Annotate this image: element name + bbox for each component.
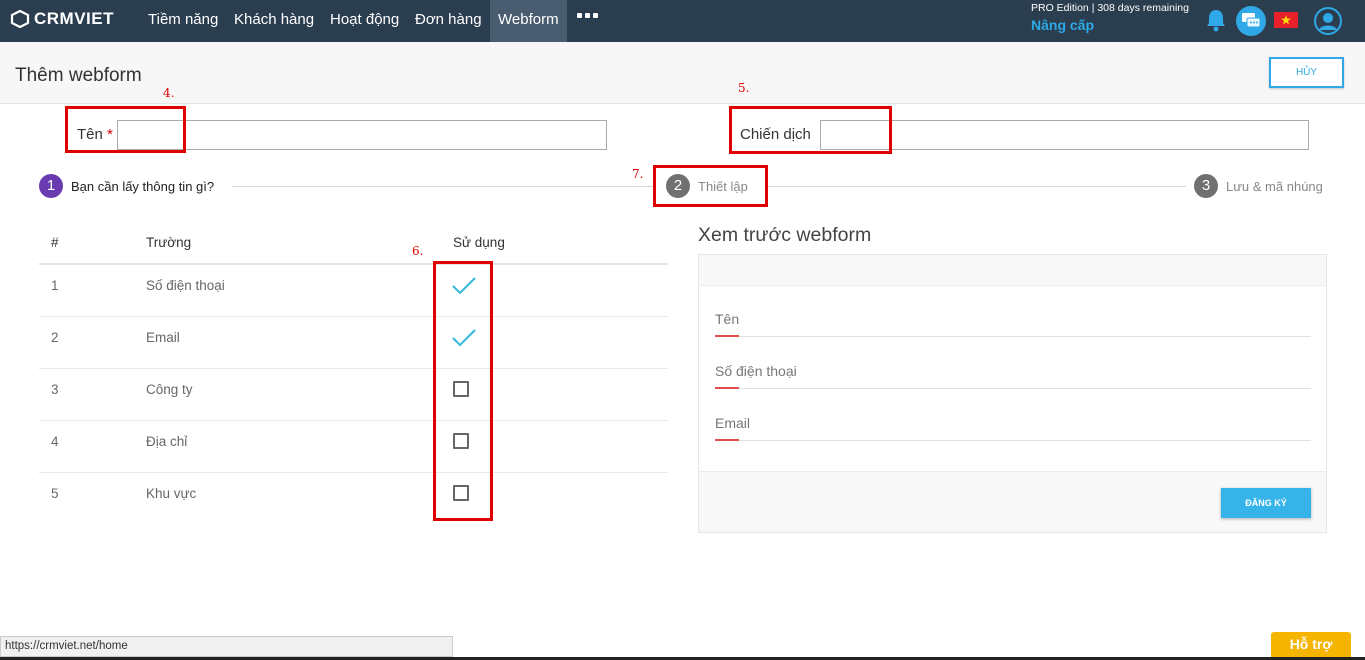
top-navbar: CRMVIET Tiềm năng Khách hàng Hoạt động Đ… [0, 0, 1365, 42]
preview-field-underline [715, 336, 1311, 337]
annotation-label-5: 5. [738, 81, 750, 95]
table-header-divider [39, 263, 668, 265]
webform-preview: Tên Số điện thoại Email ĐĂNG KÝ [698, 254, 1327, 533]
edition-info: PRO Edition | 308 days remaining [1031, 2, 1189, 14]
browser-status-url: https://crmviet.net/home [0, 636, 453, 657]
step-1-number[interactable]: 1 [39, 174, 63, 198]
preview-field-underline [715, 440, 1311, 441]
annotation-box-step2 [653, 165, 768, 207]
preview-footer: ĐĂNG KÝ [699, 471, 1326, 532]
col-header-field: Trường [146, 235, 192, 250]
step-1-label[interactable]: Bạn cần lấy thông tin gì? [71, 179, 214, 194]
cancel-button[interactable]: HỦY [1269, 57, 1344, 88]
preview-field-name: Tên [715, 311, 740, 327]
preview-field-accent [715, 387, 739, 389]
name-input[interactable] [117, 120, 607, 150]
bell-icon[interactable] [1205, 8, 1227, 37]
preview-title: Xem trước webform [698, 224, 872, 246]
annotation-box-usage [433, 261, 493, 521]
preview-field-phone: Số điện thoại [715, 363, 797, 379]
annotation-box-campaign [729, 106, 892, 154]
col-header-index: # [51, 235, 59, 250]
preview-header [699, 255, 1326, 286]
logo-icon [10, 10, 30, 28]
upgrade-link[interactable]: Nâng cấp [1031, 17, 1094, 33]
vietnam-flag-icon[interactable] [1274, 12, 1298, 28]
step-connector-1 [232, 186, 656, 187]
nav-webform[interactable]: Webform [490, 0, 567, 42]
col-header-used: Sử dụng [453, 235, 505, 250]
row-1-index: 1 [51, 278, 59, 293]
annotation-label-7: 7. [632, 167, 644, 181]
row-divider [39, 368, 668, 369]
step-3-number[interactable]: 3 [1194, 174, 1218, 198]
page-header: Thêm webform HỦY [0, 42, 1365, 104]
row-2-index: 2 [51, 330, 59, 345]
row-4-index: 4 [51, 434, 59, 449]
row-2-field: Email [146, 330, 180, 345]
help-button[interactable]: Hỗ trợ [1271, 632, 1351, 657]
row-4-field: Địa chỉ [146, 434, 188, 449]
annotation-box-name [65, 106, 186, 153]
row-3-field: Công ty [146, 382, 193, 397]
user-avatar-icon[interactable] [1314, 7, 1342, 40]
row-divider [39, 316, 668, 317]
row-5-index: 5 [51, 486, 59, 501]
chat-icon[interactable] [1236, 6, 1266, 36]
page-title: Thêm webform [15, 65, 142, 86]
nav-hoat-dong[interactable]: Hoạt động [322, 0, 407, 42]
annotation-label-6: 6. [412, 244, 424, 258]
row-divider [39, 420, 668, 421]
campaign-input[interactable] [820, 120, 1309, 150]
crmviet-logo[interactable]: CRMVIET [10, 9, 114, 29]
step-3-label[interactable]: Lưu & mã nhúng [1226, 179, 1323, 194]
annotation-label-4: 4. [163, 86, 175, 100]
register-button[interactable]: ĐĂNG KÝ [1221, 488, 1311, 518]
row-5-field: Khu vực [146, 486, 197, 501]
row-3-index: 3 [51, 382, 59, 397]
nav-tiem-nang[interactable]: Tiềm năng [140, 0, 226, 42]
preview-field-email: Email [715, 415, 751, 431]
logo-text: CRMVIET [34, 9, 114, 28]
preview-field-accent [715, 335, 739, 337]
preview-field-underline [715, 388, 1311, 389]
nav-khach-hang[interactable]: Khách hàng [226, 0, 322, 42]
nav-don-hang[interactable]: Đơn hàng [407, 0, 490, 42]
preview-field-accent [715, 439, 739, 441]
more-menu-icon[interactable] [577, 13, 598, 18]
step-connector-2 [768, 186, 1186, 187]
row-1-field: Số điện thoại [146, 278, 225, 293]
row-divider [39, 472, 668, 473]
